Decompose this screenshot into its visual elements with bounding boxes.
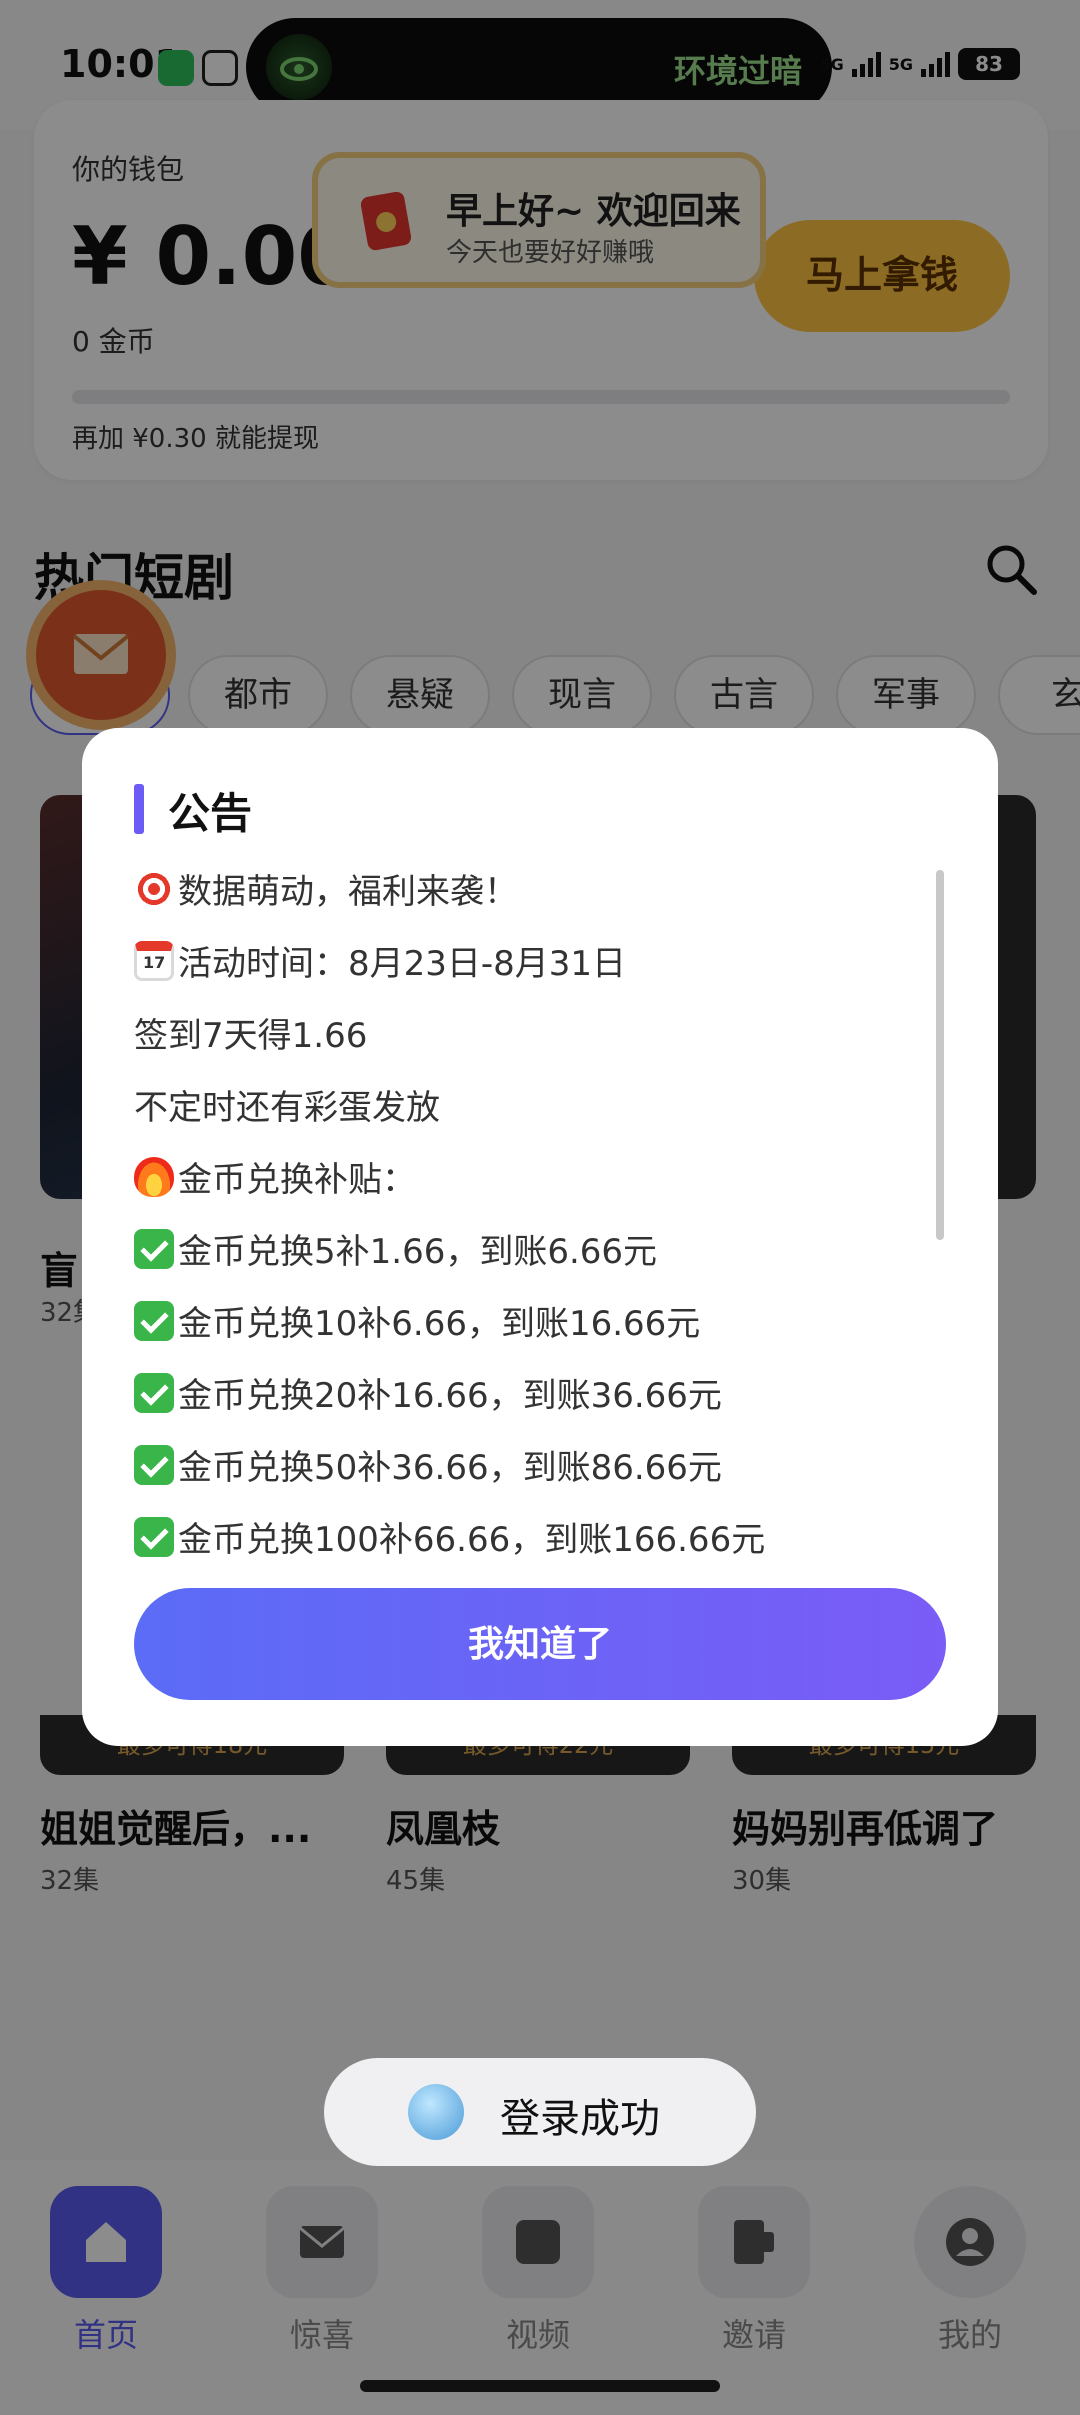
check-emoji <box>134 1516 174 1557</box>
line-text: 签到7天得1.66 <box>134 1016 368 1056</box>
announcement-line: 金币兑换5补1.66，到账6.66元 <box>134 1224 657 1273</box>
acknowledge-button[interactable]: 我知道了 <box>134 1588 946 1700</box>
line-text: 金币兑换100补66.66，到账166.66元 <box>178 1520 766 1560</box>
line-text: 金币兑换50补36.66，到账86.66元 <box>178 1448 722 1488</box>
fire-emoji <box>134 1156 174 1197</box>
announcement-line: 金币兑换补贴： <box>134 1152 416 1201</box>
dialog-title: 公告 <box>168 789 253 838</box>
announcement-line: 不定时还有彩蛋发放 <box>134 1080 440 1129</box>
login-success-toast: 登录成功 <box>324 2058 756 2166</box>
announcement-line: 金币兑换50补36.66，到账86.66元 <box>134 1440 722 1489</box>
calendar-emoji <box>134 940 174 981</box>
check-emoji <box>134 1300 174 1341</box>
line-text: 数据萌动，福利来袭！ <box>178 872 518 912</box>
announcement-line: 金币兑换10补6.66，到账16.66元 <box>134 1296 700 1345</box>
announcement-content[interactable]: 数据萌动，福利来袭！ 活动时间：8月23日-8月31日 签到7天得1.66 不定… <box>134 864 934 1560</box>
announcement-line: 数据萌动，福利来袭！ <box>134 864 518 913</box>
announcement-line: 金币兑换100补66.66，到账166.66元 <box>134 1512 765 1561</box>
announcement-line: 活动时间：8月23日-8月31日 <box>134 936 626 985</box>
toast-text: 登录成功 <box>500 2096 660 2142</box>
check-emoji <box>134 1228 174 1269</box>
check-emoji <box>134 1444 174 1485</box>
home-indicator[interactable] <box>360 2380 720 2392</box>
content-scrollbar[interactable] <box>936 870 944 1240</box>
line-text: 金币兑换20补16.66，到账36.66元 <box>178 1376 722 1416</box>
line-text: 不定时还有彩蛋发放 <box>134 1088 440 1128</box>
line-text: 活动时间：8月23日-8月31日 <box>178 944 627 984</box>
check-emoji <box>134 1372 174 1413</box>
title-accent-bar <box>134 784 144 834</box>
announcement-line: 金币兑换20补16.66，到账36.66元 <box>134 1368 722 1417</box>
announcement-dialog: 公告 数据萌动，福利来袭！ 活动时间：8月23日-8月31日 签到7天得1.66… <box>82 728 998 1746</box>
mascot-icon <box>408 2084 464 2140</box>
target-emoji <box>134 868 174 909</box>
announcement-line: 签到7天得1.66 <box>134 1008 367 1057</box>
line-text: 金币兑换5补1.66，到账6.66元 <box>178 1232 658 1272</box>
line-text: 金币兑换10补6.66，到账16.66元 <box>178 1304 701 1344</box>
line-text: 金币兑换补贴： <box>178 1160 416 1200</box>
